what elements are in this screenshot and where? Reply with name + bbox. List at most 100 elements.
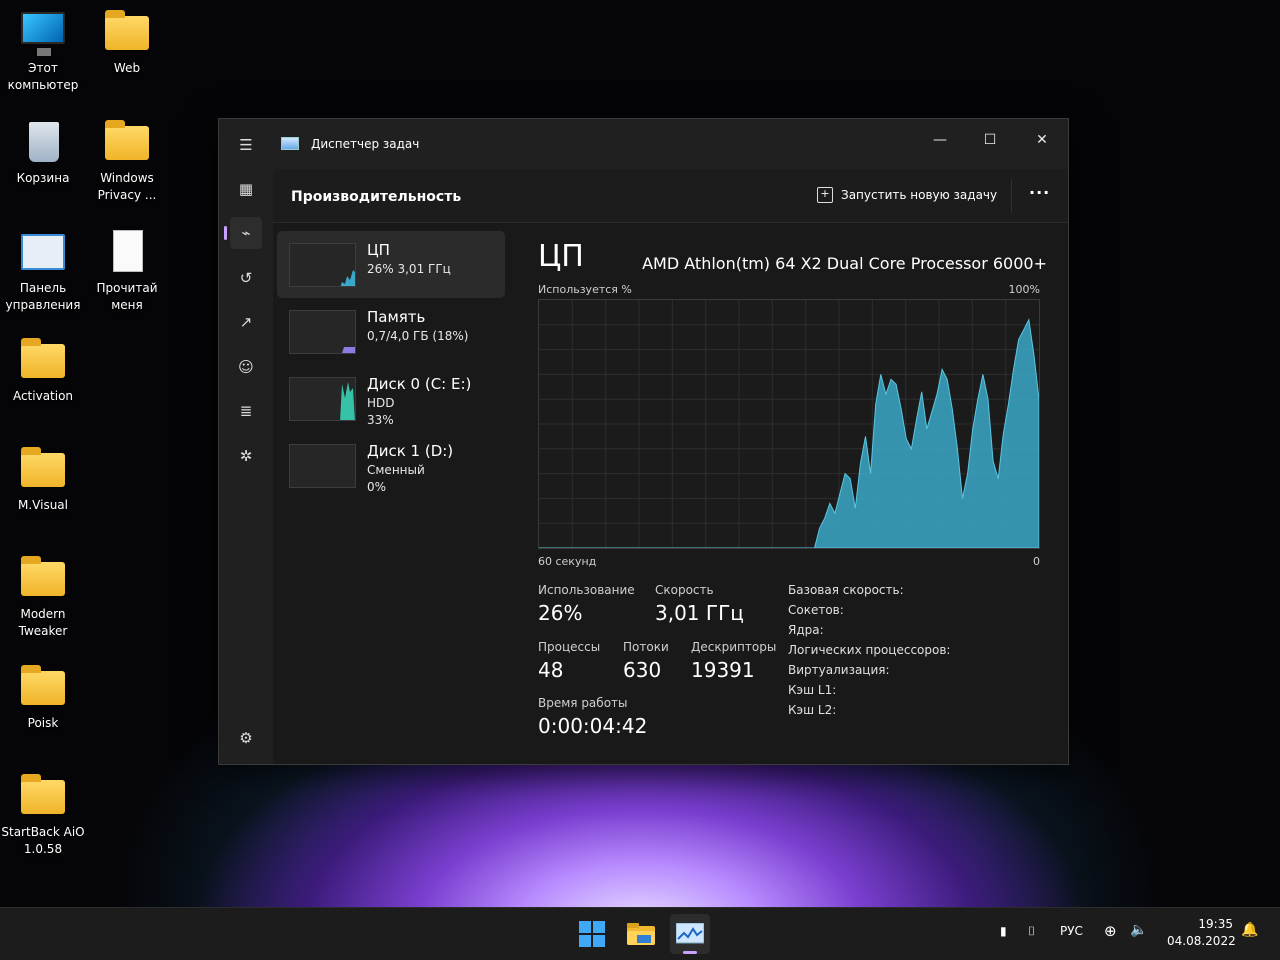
disk1-thumbnail-graph — [289, 444, 356, 488]
history-icon: ↺ — [239, 269, 253, 287]
uptime-stat-label: Время работы — [538, 696, 628, 710]
minimize-icon: — — [933, 132, 947, 148]
close-icon: ✕ — [1036, 132, 1048, 148]
nav-app-history-button[interactable]: ↺ — [230, 262, 262, 294]
desktop-icon-mvisual[interactable]: M.Visual — [0, 445, 86, 514]
processes-stat-value: 48 — [538, 658, 564, 682]
nav-rail: ☰ ▦ ⌁ ↺ ↗ ☺ ≣ ✲ ⚙ — [219, 119, 273, 764]
spec-base-speed: Базовая скорость: — [788, 583, 904, 597]
clock[interactable]: 19:35 04.08.2022 — [1167, 916, 1236, 950]
nav-performance-button[interactable]: ⌁ — [224, 217, 262, 249]
handles-stat-value: 19391 — [691, 658, 755, 682]
desktop-icon-windows-privacy[interactable]: Windows Privacy ... — [84, 118, 170, 204]
run-new-task-button[interactable]: + Запустить новую задачу — [817, 187, 997, 203]
language-indicator[interactable]: РУС — [1060, 924, 1083, 938]
speed-stat-value: 3,01 ГГц — [655, 601, 744, 625]
usage-stat-value: 26% — [538, 601, 583, 625]
desktop-icon-modern-tweaker[interactable]: Modern Tweaker — [0, 554, 86, 640]
nav-processes-button[interactable]: ▦ — [230, 173, 262, 205]
handles-stat-label: Дескрипторы — [691, 640, 777, 654]
windows-logo-icon — [579, 921, 605, 947]
battery-icon[interactable]: ▮ — [1000, 924, 1007, 938]
desktop-icon-startback[interactable]: StartBack AiO 1.0.58 — [0, 772, 86, 858]
close-button[interactable]: ✕ — [1019, 125, 1065, 155]
desktop-icon-control-panel[interactable]: Панель управления — [0, 228, 86, 314]
processes-stat-label: Процессы — [538, 640, 601, 654]
usage-axis-label: Используется % — [538, 283, 632, 296]
nav-settings-button[interactable]: ⚙ — [230, 722, 262, 754]
nav-startup-button[interactable]: ↗ — [230, 306, 262, 338]
text-file-icon — [113, 230, 143, 272]
resource-item-cpu[interactable]: ЦП 26% 3,01 ГГц — [277, 231, 505, 298]
nav-services-button[interactable]: ✲ — [230, 440, 262, 472]
nav-users-button[interactable]: ☺ — [230, 351, 262, 383]
minimize-button[interactable]: — — [917, 125, 963, 155]
threads-stat-value: 630 — [623, 658, 662, 682]
network-globe-icon[interactable]: ⊕ — [1104, 922, 1117, 940]
desktop-icon-read-me[interactable]: Прочитай меня — [84, 228, 170, 314]
control-panel-icon — [21, 234, 65, 270]
cpu-thumbnail-graph — [289, 243, 356, 287]
resource-item-disk0[interactable]: Диск 0 (C: E:) HDD 33% — [277, 365, 505, 432]
page-title: Производительность — [291, 189, 462, 205]
nav-details-button[interactable]: ≣ — [230, 395, 262, 427]
threads-stat-label: Потоки — [623, 640, 669, 654]
taskbar-file-explorer[interactable] — [621, 914, 661, 954]
file-explorer-icon — [627, 923, 655, 945]
resource-item-memory[interactable]: Память 0,7/4,0 ГБ (18%) — [277, 298, 505, 365]
page-header: Производительность + Запустить новую зада… — [273, 169, 1068, 223]
spec-sockets: Сокетов: — [788, 603, 844, 617]
cpu-usage-area — [539, 318, 1040, 549]
desktop: Этот компьютер Web Корзина Windows Priva… — [0, 0, 170, 900]
folder-icon — [105, 10, 149, 50]
new-task-icon: + — [817, 187, 833, 203]
spec-virtualization: Виртуализация: — [788, 663, 890, 677]
more-options-button[interactable]: ··· — [1029, 183, 1050, 202]
desktop-icon-activation[interactable]: Activation — [0, 336, 86, 405]
folder-icon — [21, 556, 65, 596]
gear-icon: ⚙ — [239, 729, 253, 747]
uptime-stat-value: 0:00:04:42 — [538, 714, 648, 738]
resource-item-disk1[interactable]: Диск 1 (D:) Сменный 0% — [277, 432, 505, 499]
hamburger-menu-button[interactable]: ☰ — [230, 129, 262, 161]
spec-l2-cache: Кэш L2: — [788, 703, 837, 717]
usb-device-icon[interactable]: ⌷ — [1028, 924, 1035, 939]
performance-icon: ⌁ — [241, 224, 251, 242]
cpu-model-name: AMD Athlon(tm) 64 X2 Dual Core Processor… — [642, 254, 1047, 273]
notification-bell-icon[interactable]: 🔔 — [1241, 922, 1258, 938]
cpu-detail-panel: ЦП AMD Athlon(tm) 64 X2 Dual Core Proces… — [537, 231, 1047, 751]
disk0-thumbnail-graph — [289, 377, 356, 421]
task-manager-app-icon — [281, 137, 299, 150]
time-axis-label: 60 секунд — [538, 555, 597, 568]
hamburger-icon: ☰ — [239, 136, 253, 154]
details-list-icon: ≣ — [239, 402, 253, 420]
desktop-icon-this-pc[interactable]: Этот компьютер — [0, 8, 86, 94]
desktop-icon-web[interactable]: Web — [84, 8, 170, 77]
start-button[interactable] — [572, 914, 612, 954]
folder-icon — [21, 338, 65, 378]
startup-icon: ↗ — [239, 313, 253, 331]
taskbar-task-manager[interactable] — [670, 914, 710, 954]
maximize-button[interactable]: ☐ — [967, 125, 1013, 155]
volume-icon[interactable]: 🔈 — [1130, 922, 1147, 938]
services-puzzle-icon: ✲ — [239, 447, 253, 465]
users-icon: ☺ — [238, 358, 254, 376]
cpu-heading: ЦП — [538, 239, 584, 274]
clock-time: 19:35 — [1198, 917, 1233, 931]
memory-thumbnail-graph — [289, 310, 356, 354]
usage-stat-label: Использование — [538, 583, 635, 597]
speed-stat-label: Скорость — [655, 583, 714, 597]
cpu-usage-chart — [539, 300, 1040, 549]
max-axis-label: 100% — [1008, 283, 1040, 296]
clock-date: 04.08.2022 — [1167, 934, 1236, 948]
processes-icon: ▦ — [238, 180, 254, 198]
desktop-icon-poisk[interactable]: Poisk — [0, 663, 86, 732]
active-app-indicator — [683, 951, 697, 954]
desktop-icon-recycle-bin[interactable]: Корзина — [0, 118, 86, 187]
task-manager-icon — [676, 923, 704, 944]
computer-icon — [21, 12, 65, 56]
folder-icon — [105, 120, 149, 160]
title-bar: Диспетчер задач — ☐ ✕ — [273, 119, 1068, 169]
recycle-bin-icon — [29, 122, 59, 162]
folder-icon — [21, 774, 65, 814]
